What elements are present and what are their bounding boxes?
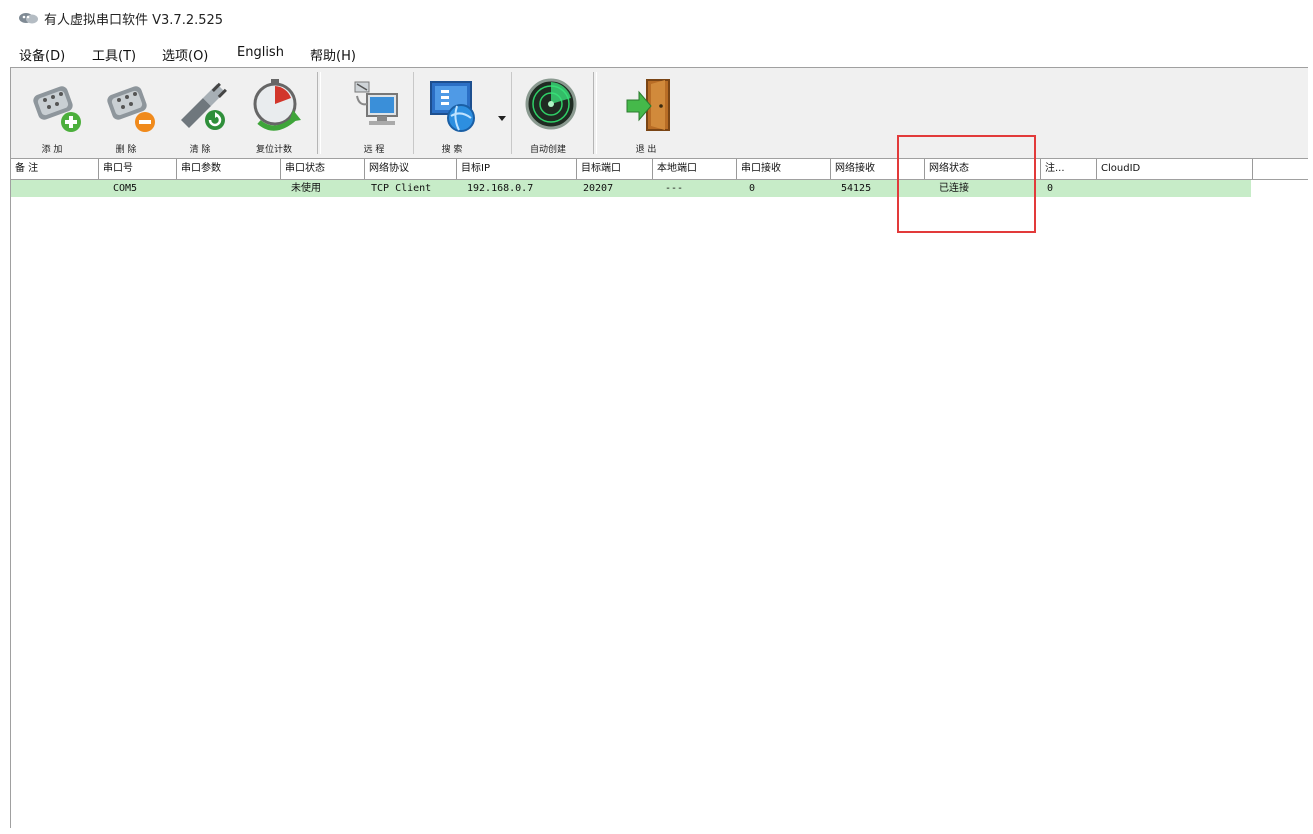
toolbar-separator	[511, 72, 512, 154]
remote-button[interactable]: 远 程	[339, 74, 409, 155]
clear-button[interactable]: 清 除	[165, 74, 235, 155]
list-header: 备 注 串口号 串口参数 串口状态 网络协议 目标IP 目标端口 本地端口 串口…	[11, 158, 1308, 180]
toolbar-separator	[317, 72, 321, 154]
column-net-rx[interactable]: 网络接收	[831, 159, 925, 179]
column-note[interactable]: 备 注	[11, 159, 99, 179]
column-target-port[interactable]: 目标端口	[577, 159, 653, 179]
toolbar-separator	[413, 72, 414, 154]
search-button-label: 搜 索	[441, 145, 463, 155]
column-serial-rx[interactable]: 串口接收	[737, 159, 831, 179]
toolbar: 添 加 删 除 清 除 复位计数 远 程 搜 索 自动创建 退 出	[10, 67, 1308, 158]
cell-net-status: 已连接	[939, 183, 969, 194]
menu-help[interactable]: 帮助(H)	[308, 45, 358, 64]
menu-options[interactable]: 选项(O)	[160, 45, 210, 64]
cell-port: COM5	[113, 183, 138, 194]
remove-button-label: 删 除	[115, 145, 137, 155]
exit-button-label: 退 出	[635, 145, 657, 155]
toolbar-separator	[593, 72, 597, 154]
column-port[interactable]: 串口号	[99, 159, 177, 179]
search-dropdown-arrow[interactable]	[498, 116, 506, 121]
cell-local-port: ---	[665, 183, 684, 194]
add-button[interactable]: 添 加	[17, 74, 87, 155]
remote-button-label: 远 程	[363, 145, 385, 155]
add-button-label: 添 加	[41, 145, 63, 155]
exit-button[interactable]: 退 出	[611, 74, 681, 155]
column-protocol[interactable]: 网络协议	[365, 159, 457, 179]
menu-bar: 设备(D) 工具(T) 选项(O) English 帮助(H)	[0, 40, 1313, 66]
reset-count-button[interactable]: 复位计数	[239, 74, 309, 155]
app-window: 有人虚拟串口软件 V3.7.2.525 设备(D) 工具(T) 选项(O) En…	[0, 0, 1313, 834]
auto-create-button-label: 自动创建	[529, 145, 566, 155]
table-row[interactable]: COM5 未使用 TCP Client 192.168.0.7 20207 --…	[11, 180, 1251, 197]
column-target-ip[interactable]: 目标IP	[457, 159, 577, 179]
app-logo-icon	[18, 10, 40, 26]
cell-target-port: 20207	[583, 183, 614, 194]
clear-button-label: 清 除	[189, 145, 211, 155]
cell-cloud-id	[1097, 180, 1251, 197]
menu-device[interactable]: 设备(D)	[17, 45, 67, 64]
reset-count-button-label: 复位计数	[255, 145, 292, 155]
cell-serial-rx: 0	[749, 183, 756, 194]
remove-button[interactable]: 删 除	[91, 74, 161, 155]
column-port-status[interactable]: 串口状态	[281, 159, 365, 179]
column-cloud-id[interactable]: CloudID	[1097, 159, 1253, 179]
menu-tools[interactable]: 工具(T)	[90, 45, 138, 64]
cell-target-ip: 192.168.0.7	[467, 183, 534, 194]
auto-create-button[interactable]: 自动创建	[513, 74, 583, 155]
column-net-status[interactable]: 网络状态	[925, 159, 1041, 179]
title-bar: 有人虚拟串口软件 V3.7.2.525	[0, 0, 1313, 38]
port-list[interactable]: 备 注 串口号 串口参数 串口状态 网络协议 目标IP 目标端口 本地端口 串口…	[10, 158, 1308, 828]
search-button[interactable]: 搜 索	[417, 74, 487, 155]
cell-protocol: TCP Client	[371, 183, 432, 194]
cell-port-params	[177, 180, 281, 197]
cell-note	[11, 180, 99, 197]
menu-english[interactable]: English	[235, 45, 286, 60]
cell-port-status: 未使用	[291, 183, 321, 194]
window-title: 有人虚拟串口软件 V3.7.2.525	[44, 13, 224, 28]
cell-reg: 0	[1047, 183, 1054, 194]
column-reg[interactable]: 注...	[1041, 159, 1097, 179]
column-port-params[interactable]: 串口参数	[177, 159, 281, 179]
cell-net-rx: 54125	[841, 183, 872, 194]
column-local-port[interactable]: 本地端口	[653, 159, 737, 179]
